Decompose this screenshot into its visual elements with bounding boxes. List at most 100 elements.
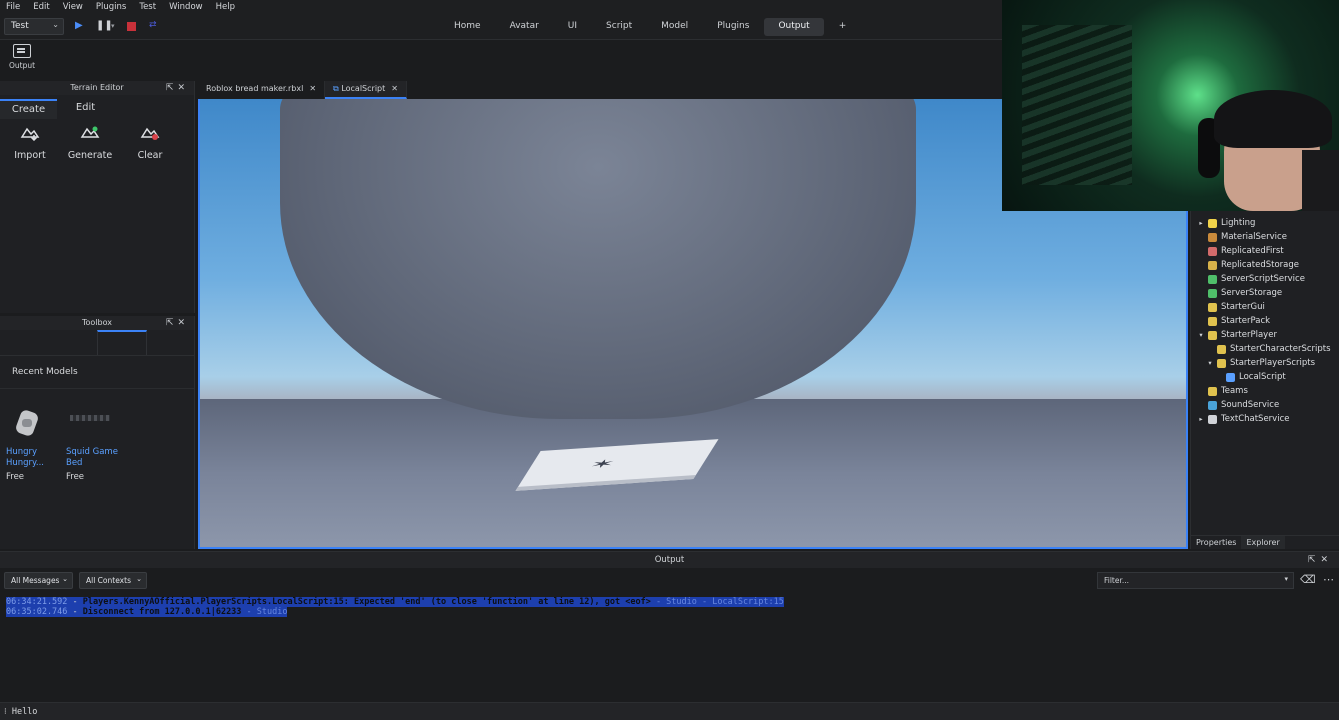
explorer-item-label: SoundService xyxy=(1221,400,1280,410)
explorer-item-label: LocalScript xyxy=(1239,372,1286,382)
explorer-item[interactable]: ▾ StarterPlayer xyxy=(1191,328,1339,342)
explorer-item[interactable]: ServerStorage xyxy=(1191,286,1339,300)
explorer-item[interactable]: ReplicatedFirst xyxy=(1191,244,1339,258)
tab-ui[interactable]: UI xyxy=(554,18,591,36)
output-button[interactable]: Output xyxy=(8,44,36,70)
explorer-item-label: Lighting xyxy=(1221,218,1256,228)
service-icon xyxy=(1208,330,1217,340)
menu-file[interactable]: File xyxy=(6,2,20,12)
terrain-tools: Import Generate Clear xyxy=(0,123,194,161)
streamer-hair xyxy=(1214,90,1332,148)
explorer-item-label: StarterPack xyxy=(1221,316,1271,326)
tab-explorer[interactable]: Explorer xyxy=(1241,536,1285,549)
close-icon[interactable]: ✕ xyxy=(177,318,189,328)
model-price: Free xyxy=(6,472,25,482)
menu-plugins[interactable]: Plugins xyxy=(96,2,126,12)
expand-arrow-icon[interactable]: ▾ xyxy=(1197,331,1205,339)
tab-model[interactable]: Model xyxy=(647,18,702,36)
explorer-item[interactable]: ReplicatedStorage xyxy=(1191,258,1339,272)
command-input[interactable]: Hello xyxy=(12,707,38,717)
explorer-item[interactable]: ▸ Lighting xyxy=(1191,216,1339,230)
doc-tab-place[interactable]: Roblox bread maker.rbxl ✕ xyxy=(198,81,326,99)
switch-view-icon[interactable]: ⇄ xyxy=(149,20,157,30)
tab-script[interactable]: Script xyxy=(592,18,646,36)
tab-add[interactable]: + xyxy=(825,18,861,36)
chevron-down-icon: ▾ xyxy=(1284,575,1288,583)
messages-filter-value: All Messages xyxy=(11,576,60,585)
large-part[interactable] xyxy=(280,99,916,419)
explorer-item[interactable]: ServerScriptService xyxy=(1191,272,1339,286)
dropdown-caret-icon[interactable]: ▾ xyxy=(111,22,115,30)
toolbox-title: Toolbox xyxy=(82,318,112,327)
toolbox-category-bar xyxy=(0,330,194,356)
service-icon xyxy=(1208,246,1217,256)
service-icon xyxy=(1208,232,1217,242)
explorer-item[interactable]: SoundService xyxy=(1191,398,1339,412)
explorer-item-label: Teams xyxy=(1221,386,1248,396)
mode-select[interactable]: Test ⌄ xyxy=(4,18,64,35)
import-button[interactable]: Import xyxy=(0,123,60,161)
explorer-item[interactable]: LocalScript xyxy=(1191,370,1339,384)
explorer-item[interactable]: StarterPack xyxy=(1191,314,1339,328)
explorer-item[interactable]: StarterGui xyxy=(1191,300,1339,314)
expand-arrow-icon[interactable]: ▸ xyxy=(1197,415,1205,423)
service-icon xyxy=(1208,288,1217,298)
menu-help[interactable]: Help xyxy=(216,2,235,12)
play-icon[interactable]: ▶ xyxy=(75,20,83,31)
model-name: Hungry Hungry... xyxy=(6,447,44,468)
tab-output[interactable]: Output xyxy=(764,18,824,36)
command-bar[interactable]: ⁝ Hello xyxy=(0,702,1339,720)
tab-properties[interactable]: Properties xyxy=(1191,536,1241,549)
tab-create[interactable]: Create xyxy=(0,99,57,119)
explorer-item-label: StarterGui xyxy=(1221,302,1265,312)
panel-controls: ⇱✕ xyxy=(166,81,189,95)
service-icon xyxy=(1217,358,1226,368)
toolbox-header: Toolbox ⇱✕ xyxy=(0,316,194,330)
popout-icon[interactable]: ⇱ xyxy=(1308,555,1321,565)
menu-test[interactable]: Test xyxy=(139,2,156,12)
clear-button[interactable]: Clear xyxy=(120,123,180,161)
service-icon xyxy=(1208,414,1217,424)
popout-icon[interactable]: ⇱ xyxy=(166,83,178,93)
panel-controls: ⇱✕ xyxy=(1308,552,1333,568)
close-icon[interactable]: ✕ xyxy=(309,84,316,93)
explorer-item-label: ReplicatedStorage xyxy=(1221,260,1299,270)
explorer-item[interactable]: MaterialService xyxy=(1191,230,1339,244)
log-line[interactable]: 06:34:21.592 - Players.KennyAOfficial.Pl… xyxy=(6,597,1339,607)
stop-icon[interactable] xyxy=(127,22,136,31)
explorer-item[interactable]: StarterCharacterScripts xyxy=(1191,342,1339,356)
doc-tab-localscript[interactable]: ⧉ LocalScript ✕ xyxy=(325,81,407,99)
log-line[interactable]: 06:35:02.746 - Disconnect from 127.0.0.1… xyxy=(6,607,1339,617)
tab-avatar[interactable]: Avatar xyxy=(496,18,553,36)
explorer-item[interactable]: Teams xyxy=(1191,384,1339,398)
output-filter-input[interactable]: Filter... ▾ xyxy=(1097,572,1294,589)
tab-plugins[interactable]: Plugins xyxy=(703,18,763,36)
close-icon[interactable]: ✕ xyxy=(391,84,398,93)
close-icon[interactable]: ✕ xyxy=(1320,555,1333,565)
menu-window[interactable]: Window xyxy=(169,2,203,12)
toolbox-category-tab[interactable] xyxy=(97,330,147,355)
output-header: Output ⇱✕ xyxy=(0,552,1339,568)
toolbox-item[interactable]: Squid Game Bed Free xyxy=(66,405,124,482)
generate-button[interactable]: Generate xyxy=(60,123,120,161)
expand-arrow-icon[interactable]: ▸ xyxy=(1197,219,1205,227)
ribbon-tabs: Home Avatar UI Script Model Plugins Outp… xyxy=(440,18,861,36)
toolbox-item[interactable]: Hungry Hungry... Free xyxy=(6,405,64,482)
contexts-filter[interactable]: All Contexts ⌄ xyxy=(79,572,147,589)
popout-icon[interactable]: ⇱ xyxy=(166,318,178,328)
tab-edit[interactable]: Edit xyxy=(57,99,114,119)
more-options-icon[interactable]: ⋯ xyxy=(1323,573,1334,586)
clear-label: Clear xyxy=(137,150,163,161)
tab-home[interactable]: Home xyxy=(440,18,495,36)
model-price: Free xyxy=(66,472,85,482)
log-time: 06:35:02.746 xyxy=(6,607,68,617)
menu-edit[interactable]: Edit xyxy=(33,2,49,12)
explorer-item[interactable]: ▾ StarterPlayerScripts xyxy=(1191,356,1339,370)
messages-filter[interactable]: All Messages ⌄ xyxy=(4,572,73,589)
menu-view[interactable]: View xyxy=(63,2,83,12)
close-icon[interactable]: ✕ xyxy=(177,83,189,93)
explorer-item[interactable]: ▸ TextChatService xyxy=(1191,412,1339,426)
clear-output-icon[interactable]: ⌫ xyxy=(1300,573,1316,586)
chevron-down-icon: ⌄ xyxy=(62,575,68,583)
expand-arrow-icon[interactable]: ▾ xyxy=(1206,359,1214,367)
